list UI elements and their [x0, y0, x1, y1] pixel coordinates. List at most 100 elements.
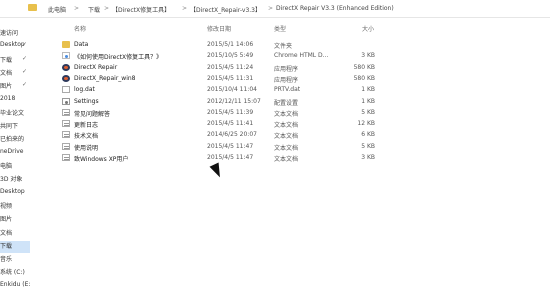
nav-item-label: 文档: [0, 229, 13, 237]
file-name: DirectX_Repair_win8: [74, 74, 136, 82]
nav-item[interactable]: 2018: [0, 95, 30, 107]
file-row[interactable]: 常见问题解答 2015/4/5 11:39 文本文档 5 KB: [62, 108, 442, 118]
file-row[interactable]: Data 2015/5/1 14:06 文件夹: [62, 40, 442, 50]
breadcrumb-separator: >: [74, 5, 80, 12]
file-row[interactable]: 使用说明 2015/4/5 11:47 文本文档 5 KB: [62, 142, 442, 152]
app-icon: [62, 63, 70, 71]
column-header-size[interactable]: 大小: [362, 24, 374, 33]
file-row[interactable]: DirectX_Repair_win8 2015/4/5 11:31 应用程序 580…: [62, 74, 442, 84]
nav-item-label: 图片: [0, 216, 13, 224]
file-name: log.dat: [74, 86, 95, 94]
breadcrumb-this-pc[interactable]: 此电脑: [48, 5, 66, 14]
nav-item-label: Enkidu (E:): [0, 280, 30, 288]
breadcrumb-separator: >: [182, 5, 188, 12]
navigation-pane: 速访问 Desktop ✓ 下载 ✓ 文档 ✓ 图片 ✓ 2018 毕业论文 共同下 已拍来的 neDri…: [0, 28, 30, 305]
file-name: 技术文档: [74, 133, 99, 141]
breadcrumb-repair-folder[interactable]: 【DirectX_Repair-v3.3】: [190, 5, 261, 14]
file-row[interactable]: Settings 2012/12/11 15:07 配置设置 1 KB: [62, 97, 442, 107]
file-date: 2015/4/5 11:41: [207, 120, 254, 128]
file-type: Chrome HTML D...: [274, 52, 329, 60]
file-name: 更新日志: [74, 122, 99, 130]
settings-file-icon: [62, 97, 70, 105]
file-size: 1 KB: [361, 97, 375, 105]
column-header-date[interactable]: 修改日期: [207, 24, 231, 33]
text-file-icon: [62, 120, 70, 128]
nav-item-label: 音乐: [0, 256, 13, 264]
file-date: 2015/10/5 5:49: [207, 52, 254, 60]
file-type: 应用程序: [274, 76, 299, 84]
file-type: 文本文档: [274, 156, 299, 163]
app-icon: [62, 74, 70, 82]
file-type: 文本文档: [274, 144, 299, 152]
pin-icon: ✓: [21, 67, 27, 75]
nav-item[interactable]: 下载 ✓: [0, 55, 30, 67]
nav-item-label: 系统 (C:): [0, 269, 25, 277]
file-row[interactable]: DirectX Repair 2015/4/5 11:24 应用程序 580 KB: [62, 63, 442, 73]
file-type: PRTV.dat: [274, 86, 301, 94]
column-header-type[interactable]: 类型: [274, 24, 286, 33]
nav-item[interactable]: 电脑: [0, 161, 30, 173]
nav-item-label: 毕业论文: [0, 109, 25, 117]
breadcrumb-downloads[interactable]: 下载: [88, 5, 100, 14]
nav-item[interactable]: 音乐: [0, 254, 30, 266]
text-file-icon: [62, 142, 70, 150]
file-size: 5 KB: [361, 142, 375, 150]
nav-item[interactable]: neDrive: [0, 148, 30, 160]
file-name: DirectX Repair: [74, 63, 118, 71]
file-type: 文件夹: [274, 43, 293, 50]
breadcrumb-current-folder[interactable]: DirectX Repair V3.3 (Enhanced Edition): [276, 5, 394, 12]
file-type: 配置设置: [274, 99, 299, 107]
nav-item[interactable]: 图片 ✓: [0, 81, 30, 93]
file-date: 2015/5/1 14:06: [207, 41, 254, 48]
file-date: 2015/4/5 11:47: [207, 154, 254, 161]
file-row[interactable]: 致Windows XP用户 2015/4/5 11:47 文本文档 3 KB: [62, 153, 442, 163]
nav-item[interactable]: 系统 (C:): [0, 267, 30, 279]
nav-item[interactable]: 图片: [0, 214, 30, 226]
file-size: 3 KB: [361, 154, 375, 161]
file-row[interactable]: 技术文档 2014/6/25 20:07 文本文档 6 KB: [62, 130, 442, 140]
file-size: 12 KB: [357, 120, 375, 128]
nav-item-label: 下载: [0, 242, 13, 250]
nav-item-label: 已拍来的: [0, 136, 25, 144]
file-row[interactable]: 《如何使用DirectX修复工具？》 2015/10/5 5:49 Chrome H…: [62, 51, 442, 61]
nav-item[interactable]: Desktop: [0, 188, 30, 200]
column-headers: 名称 修改日期 类型 大小: [62, 24, 542, 36]
column-header-name[interactable]: 名称: [74, 24, 86, 33]
nav-item[interactable]: 下载: [0, 240, 30, 253]
breadcrumb-separator: >: [104, 5, 110, 12]
breadcrumb-tool-folder[interactable]: 【DirectX修复工具】: [112, 5, 170, 14]
nav-item[interactable]: 共同下: [0, 121, 30, 133]
folder-icon: [62, 41, 70, 48]
folder-icon: [28, 4, 37, 11]
file-row[interactable]: 更新日志 2015/4/5 11:41 文本文档 12 KB: [62, 119, 442, 129]
nav-item[interactable]: Enkidu (E:): [0, 281, 30, 293]
file-name: 常见问题解答: [74, 110, 111, 118]
file-name: Settings: [74, 97, 99, 105]
nav-item[interactable]: Desktop ✓: [0, 41, 30, 53]
nav-item[interactable]: 速访问: [0, 28, 30, 40]
nav-item[interactable]: 毕业论文: [0, 108, 30, 120]
file-type: 文本文档: [274, 133, 299, 141]
nav-item-label: 电脑: [0, 163, 13, 170]
nav-item[interactable]: 已拍来的: [0, 134, 30, 146]
file-date: 2015/4/5 11:24: [207, 63, 254, 71]
file-size: 3 KB: [361, 52, 375, 60]
file-size: 1 KB: [361, 86, 375, 94]
text-file-icon: [62, 108, 70, 116]
file-size: 6 KB: [361, 131, 375, 139]
file-type: 文本文档: [274, 110, 299, 118]
file-size: 580 KB: [353, 74, 375, 82]
nav-item[interactable]: 视频: [0, 201, 30, 213]
nav-item-label: 速访问: [0, 30, 19, 37]
file-type: 文本文档: [274, 122, 299, 130]
nav-item-label: 3D 对象: [0, 176, 23, 184]
nav-item-label: Desktop: [0, 187, 25, 195]
file-date: 2015/4/5 11:39: [207, 108, 254, 116]
address-bar[interactable]: 此电脑 > 下载 > 【DirectX修复工具】 > 【DirectX_Repa…: [0, 0, 550, 18]
breadcrumb-separator: >: [268, 5, 274, 12]
file-date: 2015/4/5 11:31: [207, 74, 254, 82]
nav-item[interactable]: 文档: [0, 228, 30, 240]
nav-item[interactable]: 文档 ✓: [0, 68, 30, 80]
file-row[interactable]: log.dat 2015/10/4 11:04 PRTV.dat 1 KB: [62, 85, 442, 95]
nav-item[interactable]: 3D 对象: [0, 174, 30, 186]
